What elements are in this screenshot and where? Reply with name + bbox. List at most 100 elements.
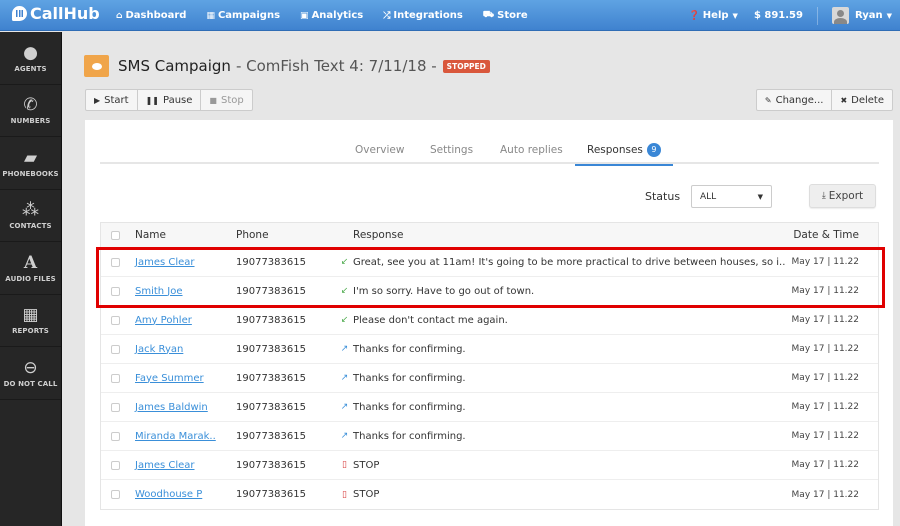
table-row: Woodhouse P 19077383615 ▯ STOP May 17 | … [101, 480, 878, 509]
table-row: James Baldwin 19077383615 ↗ Thanks for c… [101, 393, 878, 422]
column-header-response[interactable]: Response [353, 223, 403, 247]
start-label: Start [104, 94, 129, 106]
row-checkbox[interactable] [111, 431, 120, 441]
select-all-checkbox[interactable] [111, 230, 120, 240]
logo-icon [12, 6, 27, 21]
sidebar-item-label: REPORTS [12, 327, 49, 336]
response-datetime: May 17 | 11.22 [791, 373, 859, 383]
table-header: Name Phone Response Date & Time [101, 223, 878, 248]
account-balance[interactable]: $ 891.59 [754, 10, 803, 21]
nav-store[interactable]: ⛟ Store [483, 10, 528, 21]
book-icon: ▰ [23, 147, 38, 168]
contact-name-link[interactable]: Faye Summer [135, 373, 204, 384]
sidebar-item-contacts[interactable]: ⁂ CONTACTS [0, 190, 61, 242]
change-button[interactable]: ✎ Change... [755, 89, 833, 111]
sidebar-item-reports[interactable]: ▦ REPORTS [0, 295, 61, 347]
nav-label: Store [497, 10, 528, 21]
column-header-phone[interactable]: Phone [236, 223, 269, 247]
nav-dashboard[interactable]: ⌂ Dashboard [116, 10, 186, 21]
stop-icon: ■ [209, 95, 217, 105]
table-row: Amy Pohler 19077383615 ↙ Please don't co… [101, 306, 878, 335]
contact-name-link[interactable]: Miranda Marak.. [135, 431, 216, 442]
nav-label: Dashboard [125, 10, 187, 21]
row-checkbox[interactable] [111, 490, 120, 499]
caret-down-icon: ▼ [757, 192, 763, 201]
row-checkbox[interactable] [111, 344, 120, 354]
help-label: Help [702, 10, 729, 21]
phone-number: 19077383615 [236, 401, 306, 413]
nav-integrations[interactable]: ⤮ Integrations [383, 10, 463, 21]
table-row: Smith Joe 19077383615 ↙ I'm so sorry. Ha… [101, 277, 878, 306]
row-checkbox[interactable] [111, 373, 120, 383]
callhub-logo[interactable]: CallHub [12, 4, 100, 23]
chart-icon: ▣ [300, 10, 309, 21]
main-nav: ⌂ Dashboard ▦ Campaigns ▣ Analytics ⤮ In… [116, 0, 548, 31]
sidebar-item-agents[interactable]: ● AGENTS [0, 32, 61, 85]
tab-settings[interactable]: Settings [430, 142, 473, 164]
group-icon: ⁂ [22, 200, 39, 221]
phone-icon: ✆ [23, 95, 38, 116]
response-datetime: May 17 | 11.22 [791, 344, 859, 354]
caret-down-icon: ▼ [732, 11, 738, 20]
nav-analytics[interactable]: ▣ Analytics [300, 10, 363, 21]
contact-name-link[interactable]: James Clear [135, 460, 195, 471]
help-menu[interactable]: ❓ Help ▼ [689, 10, 738, 21]
column-header-name[interactable]: Name [135, 223, 166, 247]
row-checkbox[interactable] [111, 315, 120, 325]
tab-auto-replies[interactable]: Auto replies [500, 142, 563, 164]
tab-overview[interactable]: Overview [355, 142, 404, 164]
content-panel: Overview Settings Auto replies Responses… [85, 120, 893, 526]
contact-name-link[interactable]: Jack Ryan [135, 344, 183, 355]
home-icon: ⌂ [116, 10, 123, 21]
table-row: James Clear 19077383615 ▯ STOP May 17 | … [101, 451, 878, 480]
table-row: James Clear 19077383615 ↙ Great, see you… [101, 248, 878, 277]
outgoing-arrow-icon: ↗ [340, 344, 349, 354]
campaign-controls: ▶ Start ❚❚ Pause ■ Stop [85, 89, 253, 111]
contact-name-link[interactable]: James Baldwin [135, 402, 208, 413]
delete-button[interactable]: ✖ Delete [832, 89, 893, 111]
response-datetime: May 17 | 11.22 [791, 315, 859, 325]
response-datetime: May 17 | 11.22 [791, 286, 859, 296]
nav-label: Analytics [311, 10, 364, 21]
sidebar-item-label: AUDIO FILES [5, 274, 56, 283]
status-badge: STOPPED [442, 59, 490, 73]
response-text: Thanks for confirming. [353, 401, 466, 413]
pause-label: Pause [163, 94, 193, 106]
contact-name-link[interactable]: James Clear [135, 257, 195, 268]
contact-name-link[interactable]: Amy Pohler [135, 315, 192, 326]
tab-responses[interactable]: Responses 9 [575, 142, 673, 166]
row-checkbox[interactable] [111, 286, 120, 296]
pause-button[interactable]: ❚❚ Pause [137, 89, 202, 111]
row-checkbox[interactable] [111, 257, 120, 267]
phone-number: 19077383615 [236, 459, 306, 471]
stop-button[interactable]: ■ Stop [201, 89, 253, 111]
table-body: James Clear 19077383615 ↙ Great, see you… [101, 248, 878, 509]
delete-label: Delete [851, 94, 884, 106]
nav-label: Campaigns [217, 10, 281, 21]
tab-label: Responses [587, 144, 643, 156]
contact-name-link[interactable]: Woodhouse P [135, 489, 202, 500]
sidebar-item-numbers[interactable]: ✆ NUMBERS [0, 85, 61, 137]
column-header-datetime[interactable]: Date & Time [793, 223, 859, 247]
row-checkbox[interactable] [111, 460, 120, 470]
response-text: Thanks for confirming. [353, 430, 466, 442]
cart-icon: ⛟ [482, 10, 495, 20]
row-checkbox[interactable] [111, 402, 120, 412]
user-menu[interactable]: Ryan ▼ [818, 7, 892, 24]
agent-icon: ● [23, 42, 38, 63]
table-icon: ▦ [22, 305, 39, 326]
nav-campaigns[interactable]: ▦ Campaigns [206, 10, 280, 21]
sidebar-item-phonebooks[interactable]: ▰ PHONEBOOKS [0, 137, 61, 190]
incoming-arrow-icon: ↙ [340, 286, 349, 296]
outgoing-arrow-icon: ↗ [340, 431, 349, 441]
sidebar-item-do-not-call[interactable]: ⊖ DO NOT CALL [0, 347, 61, 400]
export-button[interactable]: ⤓ Export [809, 184, 876, 208]
phone-number: 19077383615 [236, 314, 306, 326]
incoming-arrow-icon: ↙ [340, 257, 349, 267]
contact-name-link[interactable]: Smith Joe [135, 286, 183, 297]
response-text: Great, see you at 11am! It's going to be… [353, 256, 786, 268]
count-badge: 9 [646, 143, 661, 157]
status-filter-select[interactable]: ALL ▼ [691, 185, 772, 208]
sidebar-item-audio-files[interactable]: A AUDIO FILES [0, 242, 61, 295]
start-button[interactable]: ▶ Start [85, 89, 138, 111]
